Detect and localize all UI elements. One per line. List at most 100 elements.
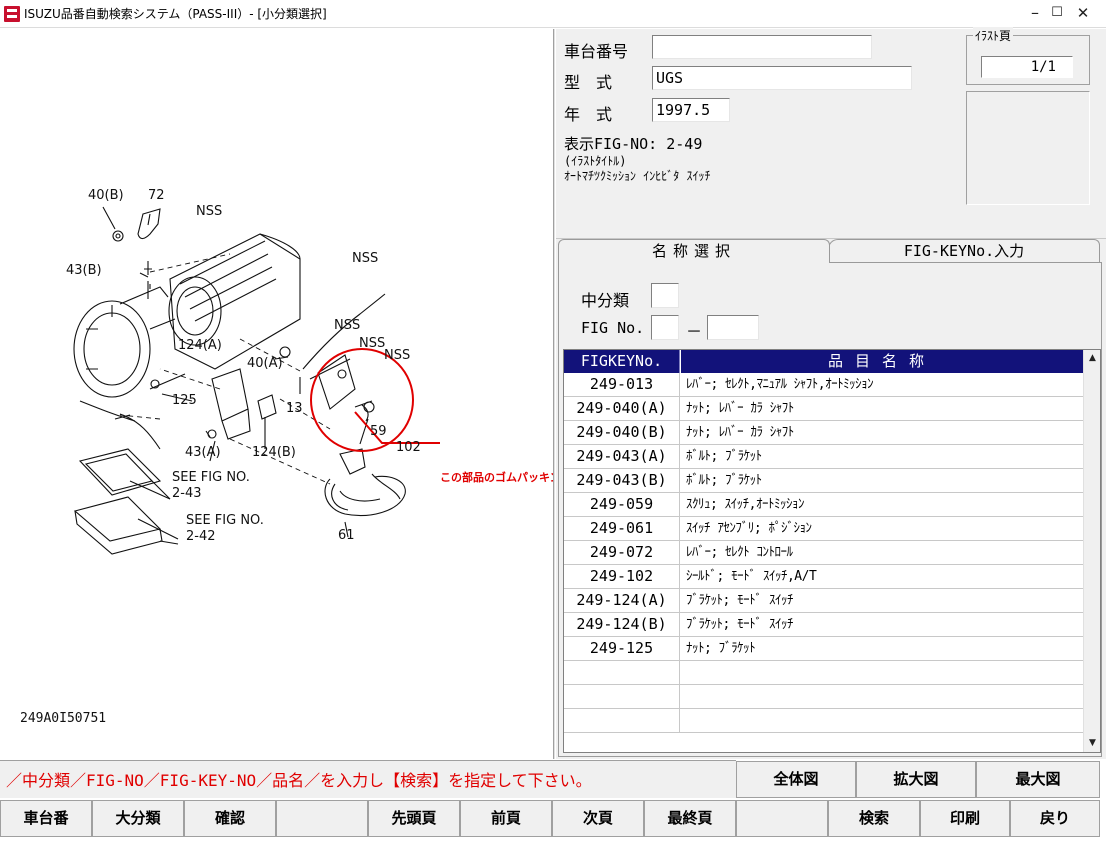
print-button[interactable]: 印刷	[920, 800, 1010, 837]
illustration-thumbnail-area	[966, 91, 1090, 205]
part-name-cell	[686, 709, 1082, 733]
part-name-cell: ﾚﾊﾞｰ; ｾﾚｸﾄ,ﾏﾆｭｱﾙ ｼｬﾌﾄ,ｵｰﾄﾐｯｼｮﾝ	[686, 377, 874, 392]
table-row[interactable]: 249-072 ﾚﾊﾞｰ; ｾﾚｸﾄ ｺﾝﾄﾛｰﾙ	[564, 541, 1084, 565]
fig-no-major-input[interactable]	[651, 315, 679, 340]
part-label: 125	[172, 393, 197, 408]
figkey-cell: 249-124(A)	[564, 589, 680, 613]
figkey-cell: 249-040(A)	[564, 397, 680, 421]
part-label: SEE FIG NO.	[186, 513, 264, 528]
chassis-button[interactable]: 車台番	[0, 800, 92, 837]
part-name-cell: ﾌﾞﾗｹｯﾄ; ﾓｰﾄﾞ ｽｲｯﾁ	[686, 617, 793, 632]
display-fig-no: 表示FIG-NO: 2-49	[564, 135, 703, 153]
prev-page-button[interactable]: 前頁	[460, 800, 552, 837]
chassis-number-field[interactable]	[652, 35, 872, 59]
table-row[interactable]	[564, 685, 1084, 709]
first-page-button[interactable]: 先頭頁	[368, 800, 460, 837]
illustration-code: 249A0I50751	[20, 711, 107, 726]
part-label: 43(A)	[185, 445, 221, 460]
part-name-cell: ﾅｯﾄ; ﾌﾞﾗｹｯﾄ	[686, 641, 756, 656]
blank-button[interactable]	[276, 800, 368, 837]
tab-name-select[interactable]: 名称選択	[558, 239, 830, 263]
close-button[interactable]: ✕	[1060, 0, 1106, 28]
part-label: 40(B)	[88, 188, 124, 203]
table-row[interactable]: 249-102 ｼｰﾙﾄﾞ; ﾓｰﾄﾞ ｽｲｯﾁ,A/T	[564, 565, 1084, 589]
figkey-cell: 249-013	[564, 373, 680, 397]
figkey-cell: 249-102	[564, 565, 680, 589]
search-button[interactable]: 検索	[828, 800, 920, 837]
illustration-page-label: ｲﾗｽﾄ頁	[973, 27, 1014, 44]
part-label: 2-43	[172, 486, 202, 501]
window-title: ISUZU品番自動検索システム（PASS-III）- [小分類選択]	[24, 7, 327, 21]
full-view-button[interactable]: 全体図	[736, 761, 856, 798]
last-page-button[interactable]: 最終頁	[644, 800, 736, 837]
part-name-cell: ｽｸﾘｭ; ｽｲｯﾁ,ｵｰﾄﾐｯｼｮﾝ	[686, 497, 804, 512]
part-label: 2-42	[186, 529, 216, 544]
figkey-cell: 249-043(A)	[564, 445, 680, 469]
table-row[interactable]: 249-040(A) ﾅｯﾄ; ﾚﾊﾞｰ ｶﾗ ｼｬﾌﾄ	[564, 397, 1084, 421]
zoom-view-button[interactable]: 拡大図	[856, 761, 976, 798]
figkey-cell: 249-124(B)	[564, 613, 680, 637]
part-label: NSS	[196, 204, 222, 219]
table-row[interactable]: 249-124(B) ﾌﾞﾗｹｯﾄ; ﾓｰﾄﾞ ｽｲｯﾁ	[564, 613, 1084, 637]
year-field[interactable]: 1997.5	[652, 98, 730, 122]
blank-button[interactable]	[736, 800, 828, 837]
figkey-cell: 249-059	[564, 493, 680, 517]
part-label: 72	[148, 188, 165, 203]
back-button[interactable]: 戻り	[1010, 800, 1100, 837]
vehicle-info-panel: 車台番号 型 式 UGS 年 式 1997.5 表示FIG-NO: 2-49 (…	[556, 27, 1106, 239]
confirm-button[interactable]: 確認	[184, 800, 276, 837]
part-label: SEE FIG NO.	[172, 470, 250, 485]
illustration-page-value: 1/1	[981, 56, 1073, 78]
model-field[interactable]: UGS	[652, 66, 912, 90]
scroll-up-icon[interactable]: ▲	[1084, 350, 1100, 367]
column-header-name[interactable]: 品目名称	[681, 350, 1083, 373]
illustration-page-group: ｲﾗｽﾄ頁 1/1	[966, 27, 1090, 85]
table-row[interactable]: 249-059 ｽｸﾘｭ; ｽｲｯﾁ,ｵｰﾄﾐｯｼｮﾝ	[564, 493, 1084, 517]
scroll-down-icon[interactable]: ▼	[1084, 735, 1100, 752]
part-name-cell: ﾅｯﾄ; ﾚﾊﾞｰ ｶﾗ ｼｬﾌﾄ	[686, 425, 794, 440]
table-row[interactable]	[564, 709, 1084, 733]
table-row[interactable]: 249-061 ｽｲｯﾁ ｱｾﾝﾌﾞﾘ; ﾎﾟｼﾞｼｮﾝ	[564, 517, 1084, 541]
middle-category-input[interactable]	[651, 283, 679, 308]
fig-no-separator: －	[686, 322, 703, 341]
table-row[interactable]: 249-043(B) ﾎﾞﾙﾄ; ﾌﾞﾗｹｯﾄ	[564, 469, 1084, 493]
part-name-cell: ﾚﾊﾞｰ; ｾﾚｸﾄ ｺﾝﾄﾛｰﾙ	[686, 545, 793, 560]
part-label: NSS	[334, 318, 360, 333]
year-label: 年 式	[564, 105, 613, 124]
fig-no-minor-input[interactable]	[707, 315, 759, 340]
table-row[interactable]	[564, 661, 1084, 685]
column-header-figkey[interactable]: FIGKEYNo.	[564, 350, 680, 373]
part-name-cell	[686, 685, 1082, 709]
figkey-cell	[564, 661, 680, 685]
instruction-message: ／中分類／FIG-NO／FIG-KEY-NO／品名／を入力し【検索】を指定して下…	[6, 771, 592, 790]
parts-diagram[interactable]: 40(B) 72 NSS 43(B) NSS 124(A) 40(A) NSS …	[0, 29, 594, 757]
table-scrollbar[interactable]: ▲ ▼	[1083, 350, 1100, 752]
major-category-button[interactable]: 大分類	[92, 800, 184, 837]
middle-category-label: 中分類	[581, 291, 630, 310]
name-select-panel: 中分類 FIG No. － FIGKEYNo. 品目名称 249-013 ﾚﾊﾞｰ…	[558, 262, 1102, 757]
model-label: 型 式	[564, 73, 613, 92]
part-label: NSS	[384, 348, 410, 363]
figkey-cell	[564, 709, 680, 733]
part-name-cell: ﾎﾞﾙﾄ; ﾌﾞﾗｹｯﾄ	[686, 449, 762, 464]
table-row[interactable]: 249-043(A) ﾎﾞﾙﾄ; ﾌﾞﾗｹｯﾄ	[564, 445, 1084, 469]
table-row[interactable]: 249-040(B) ﾅｯﾄ; ﾚﾊﾞｰ ｶﾗ ｼｬﾌﾄ	[564, 421, 1084, 445]
search-tabs: FIG-KEYNo.入力 名称選択 中分類 FIG No. － FIGKEYNo…	[556, 239, 1106, 759]
part-label: 59	[370, 424, 387, 439]
table-row[interactable]: 249-013 ﾚﾊﾞｰ; ｾﾚｸﾄ,ﾏﾆｭｱﾙ ｼｬﾌﾄ,ｵｰﾄﾐｯｼｮﾝ	[564, 373, 1084, 397]
parts-table[interactable]: FIGKEYNo. 品目名称 249-013 ﾚﾊﾞｰ; ｾﾚｸﾄ,ﾏﾆｭｱﾙ ｼ…	[563, 349, 1101, 753]
illustration-title: ｵｰﾄﾏﾁﾂｸﾐｯｼｮﾝ ｲﾝﾋﾋﾞﾀ ｽｲｯﾁ	[564, 169, 711, 183]
part-name-cell: ｽｲｯﾁ ｱｾﾝﾌﾞﾘ; ﾎﾟｼﾞｼｮﾝ	[686, 521, 812, 536]
table-row[interactable]: 249-124(A) ﾌﾞﾗｹｯﾄ; ﾓｰﾄﾞ ｽｲｯﾁ	[564, 589, 1084, 613]
max-view-button[interactable]: 最大図	[976, 761, 1100, 798]
fig-no-label: FIG No.	[581, 319, 645, 337]
part-name-cell	[686, 661, 1082, 685]
part-label: 40(A)	[247, 356, 283, 371]
part-name-cell: ﾅｯﾄ; ﾚﾊﾞｰ ｶﾗ ｼｬﾌﾄ	[686, 401, 794, 416]
figkey-cell: 249-061	[564, 517, 680, 541]
part-name-cell: ｼｰﾙﾄﾞ; ﾓｰﾄﾞ ｽｲｯﾁ,A/T	[686, 569, 817, 584]
part-name-cell: ﾌﾞﾗｹｯﾄ; ﾓｰﾄﾞ ｽｲｯﾁ	[686, 593, 793, 608]
table-row[interactable]: 249-125 ﾅｯﾄ; ﾌﾞﾗｹｯﾄ	[564, 637, 1084, 661]
tab-fig-key-input[interactable]: FIG-KEYNo.入力	[828, 239, 1100, 263]
next-page-button[interactable]: 次頁	[552, 800, 644, 837]
